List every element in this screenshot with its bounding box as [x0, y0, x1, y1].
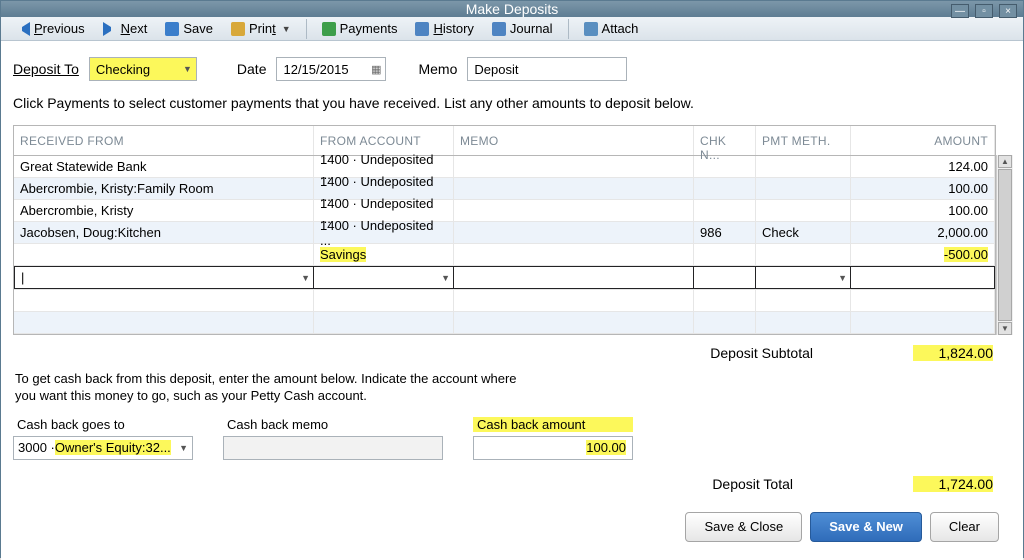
deposit-to-combo[interactable]: Checking ▼	[89, 57, 197, 81]
date-input[interactable]: 12/15/2015 ▦	[276, 57, 386, 81]
edit-chk[interactable]	[694, 266, 756, 289]
next-button[interactable]: Next	[96, 17, 155, 40]
memo-label: Memo	[418, 61, 457, 77]
total-label: Deposit Total	[712, 476, 793, 492]
deposit-total-row: Deposit Total 1,724.00	[13, 470, 1013, 508]
journal-icon	[492, 22, 506, 36]
chevron-down-icon: ▼	[441, 273, 450, 283]
table-row[interactable]: Savings-500.00	[14, 244, 995, 266]
make-deposits-window: Make Deposits — ▫ × Previous Next Save P…	[0, 0, 1024, 558]
content-area: Deposit To Checking ▼ Date 12/15/2015 ▦ …	[1, 41, 1023, 560]
cashback-amount-label: Cash back amount	[473, 417, 633, 432]
clear-button[interactable]: Clear	[930, 512, 999, 542]
subtotal-label: Deposit Subtotal	[710, 345, 813, 361]
col-memo[interactable]: Memo	[454, 126, 694, 155]
maximize-button[interactable]: ▫	[975, 4, 993, 18]
cashback-instructions: To get cash back from this deposit, ente…	[15, 371, 1013, 405]
edit-memo[interactable]	[454, 266, 694, 289]
chevron-down-icon: ▼	[301, 273, 310, 283]
print-dropdown-icon: ▼	[282, 24, 291, 34]
cashback-row: Cash back goes to 3000 · Owner's Equity:…	[13, 417, 1013, 460]
titlebar: Make Deposits — ▫ ×	[1, 1, 1023, 17]
edit-pmt[interactable]: ▼	[756, 266, 851, 289]
deposits-grid-wrap: Received From From Account Memo Chk N...…	[13, 125, 1013, 335]
table-row[interactable]: Great Statewide Bank1400 · Undeposited .…	[14, 156, 995, 178]
chevron-down-icon: ▼	[179, 443, 188, 453]
attach-button[interactable]: Attach	[577, 17, 646, 40]
print-icon	[231, 22, 245, 36]
table-row[interactable]: Jacobsen, Doug:Kitchen1400 · Undeposited…	[14, 222, 995, 244]
window-controls: — ▫ ×	[951, 4, 1017, 18]
history-icon	[415, 22, 429, 36]
cashback-account-combo[interactable]: 3000 · Owner's Equity:32... ▼	[13, 436, 193, 460]
journal-button[interactable]: Journal	[485, 17, 560, 40]
table-row[interactable]: Abercrombie, Kristy:Family Room1400 · Un…	[14, 178, 995, 200]
minimize-button[interactable]: —	[951, 4, 969, 18]
cashback-goes-to-label: Cash back goes to	[13, 417, 193, 432]
grid-empty-row[interactable]	[14, 290, 995, 312]
col-chk-no[interactable]: Chk N...	[694, 126, 756, 155]
history-button[interactable]: History	[408, 17, 480, 40]
grid-header: Received From From Account Memo Chk N...…	[14, 126, 995, 156]
previous-button[interactable]: Previous	[9, 17, 92, 40]
deposits-grid: Received From From Account Memo Chk N...…	[13, 125, 996, 335]
save-close-button[interactable]: Save & Close	[685, 512, 802, 542]
toolbar-separator	[306, 19, 307, 39]
col-received-from[interactable]: Received From	[14, 126, 314, 155]
save-button[interactable]: Save	[158, 17, 220, 40]
attach-icon	[584, 22, 598, 36]
edit-amount[interactable]	[851, 266, 995, 289]
cashback-memo-col: Cash back memo	[223, 417, 443, 460]
grid-empty-row[interactable]	[14, 312, 995, 334]
date-label: Date	[237, 61, 267, 77]
scroll-down-icon[interactable]: ▼	[998, 322, 1012, 335]
cashback-memo-input[interactable]	[223, 436, 443, 460]
edit-received-from[interactable]: |▼	[14, 266, 314, 289]
scroll-up-icon[interactable]: ▲	[998, 155, 1012, 168]
cashback-goes-to-col: Cash back goes to 3000 · Owner's Equity:…	[13, 417, 193, 460]
payments-icon	[322, 22, 336, 36]
close-button[interactable]: ×	[999, 4, 1017, 18]
save-new-button[interactable]: Save & New	[810, 512, 922, 542]
memo-input[interactable]: Deposit	[467, 57, 627, 81]
col-amount[interactable]: Amount	[851, 126, 995, 155]
toolbar: Previous Next Save Print ▼ Payments Hist…	[1, 17, 1023, 41]
save-icon	[165, 22, 179, 36]
subtotal-value: 1,824.00	[913, 345, 993, 361]
toolbar-separator	[568, 19, 569, 39]
grid-edit-row[interactable]: |▼ ▼ ▼	[14, 266, 995, 290]
action-bar: Save & Close Save & New Clear	[13, 508, 1013, 552]
window-title: Make Deposits	[466, 1, 559, 17]
deposit-subtotal-row: Deposit Subtotal 1,824.00	[13, 335, 1013, 367]
col-pmt-method[interactable]: Pmt Meth.	[756, 126, 851, 155]
scroll-thumb[interactable]	[998, 169, 1012, 321]
total-value: 1,724.00	[913, 476, 993, 492]
deposit-header-row: Deposit To Checking ▼ Date 12/15/2015 ▦ …	[13, 57, 1013, 81]
print-button[interactable]: Print ▼	[224, 17, 298, 40]
cashback-amount-col: Cash back amount 100.00	[473, 417, 633, 460]
chevron-down-icon: ▼	[183, 64, 192, 74]
table-row[interactable]: Abercrombie, Kristy1400 · Undeposited ..…	[14, 200, 995, 222]
calendar-icon: ▦	[371, 63, 381, 76]
grid-scrollbar[interactable]: ▲ ▼	[996, 155, 1013, 335]
instruction-text: Click Payments to select customer paymen…	[13, 95, 1013, 111]
payments-button[interactable]: Payments	[315, 17, 405, 40]
previous-icon	[16, 22, 30, 36]
cashback-amount-input[interactable]: 100.00	[473, 436, 633, 460]
next-icon	[103, 22, 117, 36]
grid-body: Great Statewide Bank1400 · Undeposited .…	[14, 156, 995, 266]
cashback-memo-label: Cash back memo	[223, 417, 443, 432]
chevron-down-icon: ▼	[838, 273, 847, 283]
edit-from-account[interactable]: ▼	[314, 266, 454, 289]
deposit-to-label: Deposit To	[13, 61, 79, 77]
